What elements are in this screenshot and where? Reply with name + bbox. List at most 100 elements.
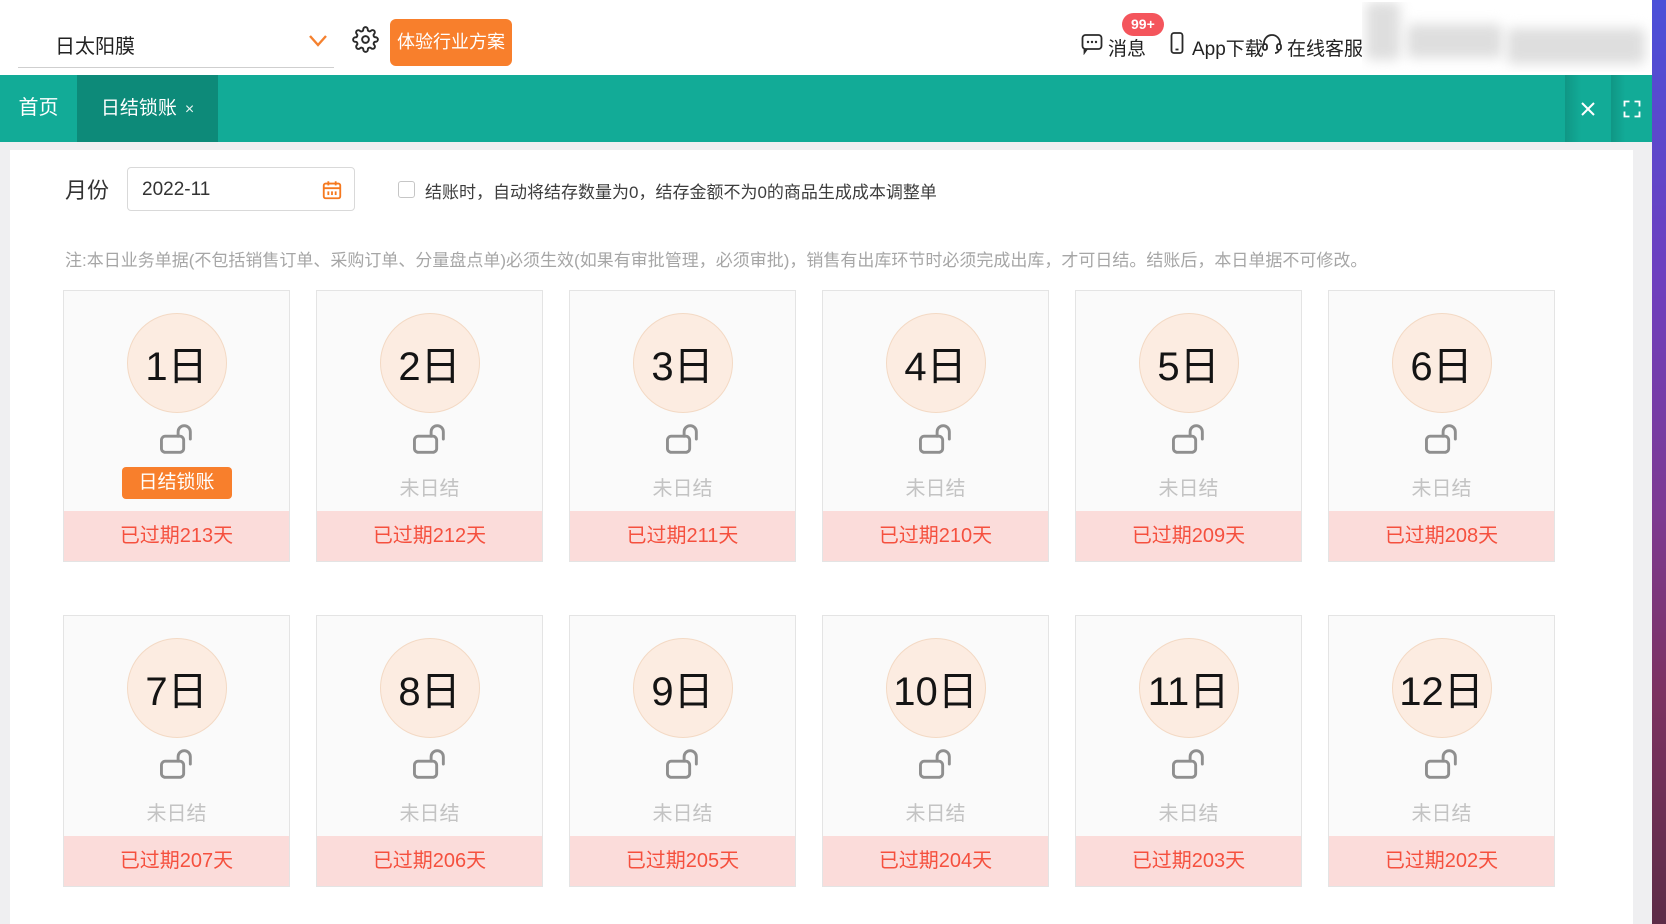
day-circle: 2日 [380,313,480,413]
day-number: 10日 [893,659,978,717]
day-card[interactable]: 11日 未日结 已过期203天 [1075,615,1302,887]
day-card[interactable]: 10日 未日结 已过期204天 [822,615,1049,887]
day-card[interactable]: 4日 未日结 已过期210天 [822,290,1049,562]
unlock-icon [410,421,450,457]
screen: 日太阳膜 体验行业方案 [0,0,1666,924]
trial-solution-button[interactable]: 体验行业方案 [390,19,512,66]
tab-home[interactable]: 首页 [0,75,77,142]
expired-days-banner: 已过期213天 [64,511,289,561]
unlock-icon [157,746,197,782]
calendar-icon [321,179,343,201]
day-number: 7日 [145,659,207,717]
day-circle: 6日 [1392,313,1492,413]
unlock-icon [916,421,956,457]
redacted-logo [1362,2,1650,72]
expired-days-banner: 已过期204天 [823,836,1048,886]
day-circle: 9日 [633,638,733,738]
app-window: 日太阳膜 体验行业方案 [0,0,1652,924]
day-number: 2日 [398,334,460,392]
desktop-wallpaper-strip [1652,0,1666,924]
expired-days-banner: 已过期206天 [317,836,542,886]
unlock-icon [663,746,703,782]
month-label: 月份 [65,173,109,205]
settlement-adjust-checkbox[interactable] [398,181,415,198]
unsettled-status-text: 未日结 [64,797,289,826]
message-icon[interactable] [1080,31,1104,55]
expired-days-banner: 已过期211天 [570,511,795,561]
day-card[interactable]: 6日 未日结 已过期208天 [1328,290,1555,562]
day-card[interactable]: 2日 未日结 已过期212天 [316,290,543,562]
unlock-icon [1169,746,1209,782]
unsettled-status-text: 未日结 [317,797,542,826]
chevron-down-icon [308,34,328,53]
unlock-icon [1422,746,1462,782]
main-panel: 月份 2022-11 结账时，自动将结存数量为0，结存金额不为0 [10,150,1633,924]
unlock-icon [916,746,956,782]
headset-icon[interactable] [1260,31,1284,55]
day-number: 1日 [145,334,207,392]
month-picker-input[interactable]: 2022-11 [127,167,355,211]
topbar: 日太阳膜 体验行业方案 [0,0,1652,75]
unsettled-status-text: 未日结 [1076,797,1301,826]
unsettled-status-text: 未日结 [823,472,1048,501]
day-grid: 1日 日结锁账 已过期213天 2日 未日结 已过期212天 3日 [63,290,1555,887]
day-number: 3日 [651,334,713,392]
day-card[interactable]: 12日 未日结 已过期202天 [1328,615,1555,887]
messages-label[interactable]: 消息 [1108,34,1146,61]
expired-days-banner: 已过期210天 [823,511,1048,561]
note-text: 注:本日业务单据(不包括销售订单、采购订单、分量盘点单)必须生效(如果有审批管理… [65,246,1367,271]
day-card[interactable]: 3日 未日结 已过期211天 [569,290,796,562]
tab-daily-settlement-label: 日结锁账 [101,98,177,119]
company-select[interactable]: 日太阳膜 [18,16,334,68]
day-circle: 3日 [633,313,733,413]
day-card[interactable]: 1日 日结锁账 已过期213天 [63,290,290,562]
day-card[interactable]: 9日 未日结 已过期205天 [569,615,796,887]
app-download-label[interactable]: App下载 [1192,34,1264,61]
navbar-close-icon[interactable] [1565,75,1611,142]
unlock-icon [410,746,450,782]
unsettled-status-text: 未日结 [1329,797,1554,826]
gear-icon[interactable] [352,26,379,53]
unsettled-status-text: 未日结 [570,797,795,826]
day-circle: 1日 [127,313,227,413]
unsettled-status-text: 未日结 [1329,472,1554,501]
day-number: 6日 [1410,334,1472,392]
day-card[interactable]: 7日 未日结 已过期207天 [63,615,290,887]
unsettled-status-text: 未日结 [317,472,542,501]
online-service-label[interactable]: 在线客服 [1287,34,1363,61]
company-select-value: 日太阳膜 [55,30,135,59]
navbar: 首页 日结锁账 × [0,75,1652,142]
day-card[interactable]: 8日 未日结 已过期206天 [316,615,543,887]
day-circle: 10日 [886,638,986,738]
daily-lock-button[interactable]: 日结锁账 [122,467,232,499]
unsettled-status-text: 未日结 [1076,472,1301,501]
day-circle: 8日 [380,638,480,738]
day-number: 5日 [1157,334,1219,392]
fullscreen-icon[interactable] [1611,75,1652,142]
day-circle: 4日 [886,313,986,413]
unlock-icon [1169,421,1209,457]
day-number: 8日 [398,659,460,717]
day-number: 12日 [1399,659,1484,717]
expired-days-banner: 已过期208天 [1329,511,1554,561]
expired-days-banner: 已过期202天 [1329,836,1554,886]
unlock-icon [663,421,703,457]
settlement-adjust-checkbox-label: 结账时，自动将结存数量为0，结存金额不为0的商品生成成本调整单 [425,178,937,203]
day-circle: 7日 [127,638,227,738]
day-card[interactable]: 5日 未日结 已过期209天 [1075,290,1302,562]
tab-close-icon[interactable]: × [185,101,194,118]
app-download-icon[interactable] [1165,31,1189,55]
unsettled-status-text: 未日结 [570,472,795,501]
expired-days-banner: 已过期207天 [64,836,289,886]
day-number: 4日 [904,334,966,392]
unlock-icon [1422,421,1462,457]
unlock-icon [157,421,197,457]
day-number: 11日 [1148,659,1230,717]
expired-days-banner: 已过期203天 [1076,836,1301,886]
day-circle: 12日 [1392,638,1492,738]
expired-days-banner: 已过期205天 [570,836,795,886]
day-number: 9日 [651,659,713,717]
tab-daily-settlement[interactable]: 日结锁账 × [77,75,218,142]
month-picker-value: 2022-11 [142,179,210,201]
day-circle: 5日 [1139,313,1239,413]
